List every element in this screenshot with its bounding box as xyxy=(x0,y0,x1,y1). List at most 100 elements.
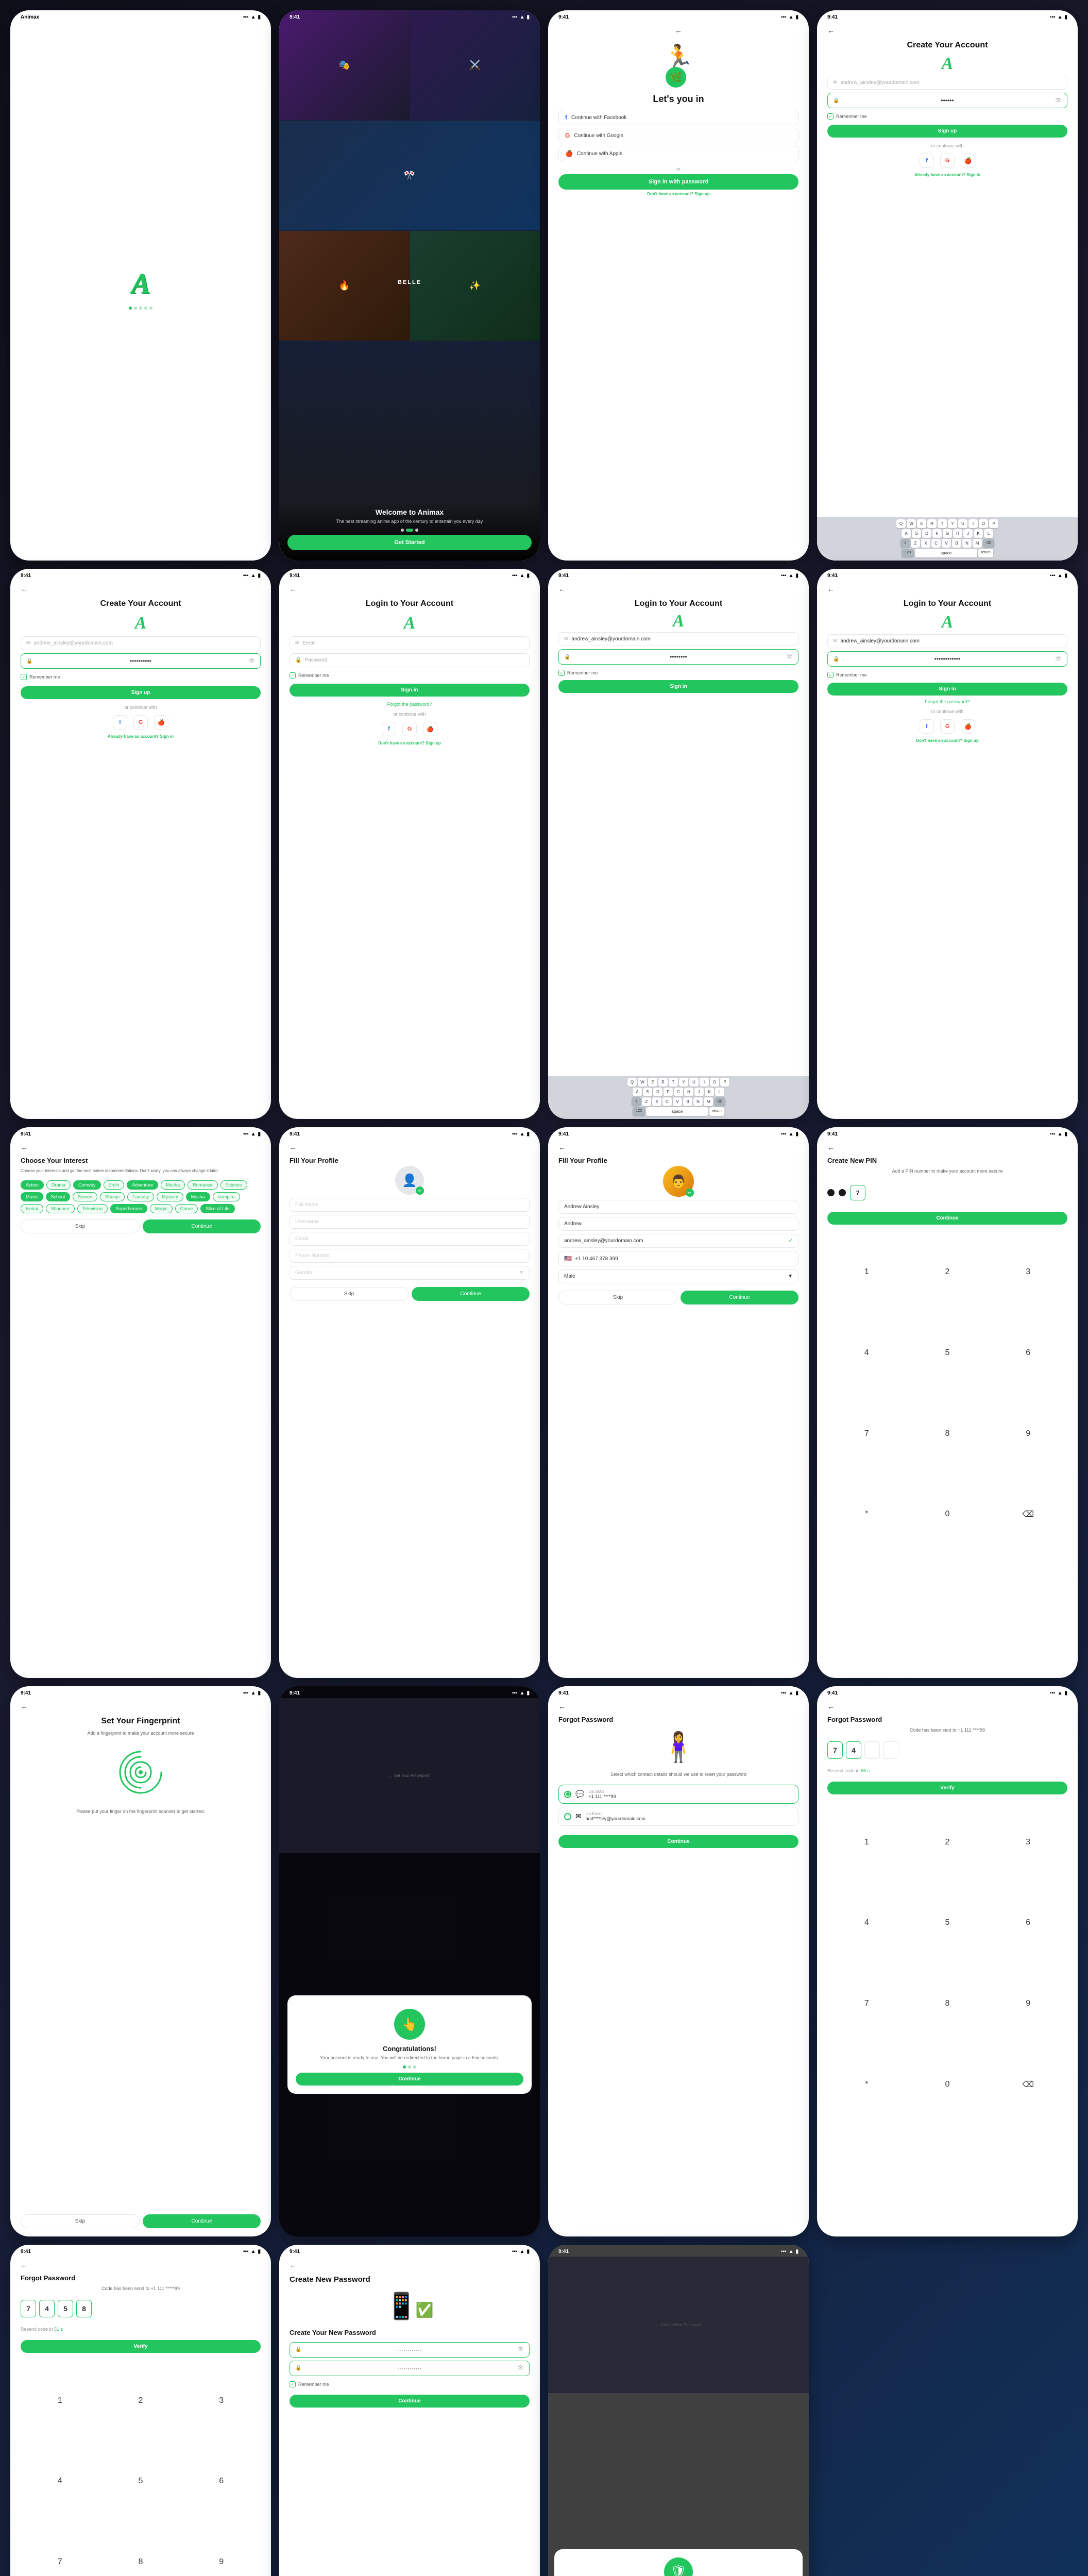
continue-button-pin[interactable]: Continue xyxy=(827,1212,1067,1225)
new-password-input-2[interactable]: 🔒 ············ 👁 xyxy=(290,2361,530,2376)
key-space[interactable]: space xyxy=(915,549,977,557)
key-t[interactable]: T xyxy=(938,519,947,528)
password-input-l1[interactable]: 🔒 Password xyxy=(290,653,530,667)
tag-slice[interactable]: Slice of Life xyxy=(200,1204,235,1213)
sign-up-link-lyi[interactable]: Sign up xyxy=(694,192,709,196)
continue-button-fp[interactable]: Continue xyxy=(143,2214,261,2228)
phone-input-fp1[interactable]: Phone Number xyxy=(290,1249,530,1263)
tag-action[interactable]: Action xyxy=(21,1180,44,1190)
key-p[interactable]: P xyxy=(989,519,998,528)
fb-btn-ca1[interactable]: f xyxy=(920,154,934,168)
back-button-fp2[interactable]: ← xyxy=(558,1143,798,1151)
key-u-l2[interactable]: U xyxy=(689,1078,699,1087)
key-delete[interactable]: ⌫ xyxy=(983,539,994,548)
gender-input-fp1[interactable]: Gender ▼ xyxy=(290,1266,530,1280)
np-2-fpc2[interactable]: 2 xyxy=(101,2361,180,2440)
eye-icon-l2[interactable]: 👁 xyxy=(786,654,793,660)
g-btn-l1[interactable]: G xyxy=(402,722,417,736)
key-x[interactable]: X xyxy=(921,539,930,548)
key-shift-l2[interactable]: ⇧ xyxy=(632,1097,641,1106)
key-e-l2[interactable]: E xyxy=(648,1078,657,1087)
email-input-ca1[interactable]: ✉ andrew_ainsley@yourdomain.com xyxy=(827,76,1067,90)
email-option[interactable]: ✉ via Email and****ley@yourdomain.com xyxy=(558,1807,798,1826)
np-3-fpc1[interactable]: 3 xyxy=(989,1803,1067,1882)
tag-erchi[interactable]: Erchi xyxy=(104,1180,125,1190)
back-button-int[interactable]: ← xyxy=(21,1143,261,1151)
key-v[interactable]: V xyxy=(942,539,951,548)
eye-icon-ca2[interactable]: 👁 xyxy=(248,658,255,664)
forgot-link-l1[interactable]: Forgot the password? xyxy=(290,702,530,707)
numpad-7[interactable]: 7 xyxy=(827,1394,906,1473)
np-4-fpc2[interactable]: 4 xyxy=(21,2442,99,2521)
email-input-l3[interactable]: ✉ andrew_ainsley@yourdomain.com xyxy=(827,634,1067,648)
g-btn-ca2[interactable]: G xyxy=(133,715,148,730)
tag-adventure[interactable]: Adventure xyxy=(127,1180,158,1190)
eye-icon-cnp1[interactable]: 👁 xyxy=(517,2347,524,2352)
back-button-fpc2[interactable]: ← xyxy=(21,2261,261,2269)
apple-btn-l1[interactable]: 🍎 xyxy=(423,722,437,736)
key-h[interactable]: H xyxy=(953,529,962,538)
tag-vampire[interactable]: Vampire xyxy=(213,1192,240,1201)
apple-btn-ca2[interactable]: 🍎 xyxy=(154,715,168,730)
np-9-fpc2[interactable]: 9 xyxy=(182,2523,261,2576)
phone-input-fp2[interactable]: 🇺🇸 +1 10 467 378 399 xyxy=(558,1251,798,1266)
key-b-l2[interactable]: B xyxy=(683,1097,692,1106)
key-o-l2[interactable]: O xyxy=(710,1078,719,1087)
back-button-pin[interactable]: ← xyxy=(827,1143,1067,1151)
code-box-2-fpc2[interactable]: 4 xyxy=(39,2300,55,2317)
key-return-l2[interactable]: return xyxy=(709,1107,724,1116)
code-box-2[interactable]: 4 xyxy=(846,1741,861,1759)
key-u[interactable]: U xyxy=(958,519,967,528)
back-button-cnp[interactable]: ← xyxy=(290,2261,297,2269)
apple-button[interactable]: 🍎 Continue with Apple xyxy=(558,146,798,161)
skip-button-fp1[interactable]: Skip xyxy=(290,1287,409,1301)
get-started-button[interactable]: Get Started xyxy=(287,535,532,550)
key-e[interactable]: E xyxy=(917,519,926,528)
username-input-fp1[interactable]: Username xyxy=(290,1215,530,1229)
continue-button-cnp[interactable]: Continue xyxy=(290,2395,530,2408)
code-box-4-fpc2[interactable]: 8 xyxy=(76,2300,92,2317)
fb-btn-l1[interactable]: f xyxy=(382,722,396,736)
key-123-l2[interactable]: 123 xyxy=(633,1107,645,1116)
numpad-4[interactable]: 4 xyxy=(827,1314,906,1393)
verify-button-fpc2[interactable]: Verify xyxy=(21,2340,261,2353)
np-del-fpc1[interactable]: ⌫ xyxy=(989,2045,1067,2124)
fullname-input-fp2[interactable]: Andrew Ainsley xyxy=(558,1200,798,1214)
key-i-l2[interactable]: I xyxy=(700,1078,709,1087)
remember-checkbox-ca2[interactable]: ✓ xyxy=(21,674,27,680)
tag-science[interactable]: Science xyxy=(220,1180,247,1190)
key-y[interactable]: Y xyxy=(948,519,957,528)
continue-button-fp1[interactable]: Continue xyxy=(412,1287,530,1301)
tag-music[interactable]: Music xyxy=(21,1192,43,1201)
back-button-ca1[interactable]: ← xyxy=(827,26,1067,35)
apple-btn-ca1[interactable]: 🍎 xyxy=(961,154,975,168)
pin-box-3[interactable]: 7 xyxy=(850,1185,865,1200)
back-button-ca2[interactable]: ← xyxy=(21,585,261,593)
tag-fantasy[interactable]: Fantasy xyxy=(127,1192,154,1201)
signup-link-l1[interactable]: Sign up xyxy=(426,741,440,745)
key-c-l2[interactable]: C xyxy=(662,1097,672,1106)
continue-button-fps[interactable]: Continue xyxy=(296,2073,523,2086)
key-return[interactable]: return xyxy=(978,549,993,557)
g-btn-l3[interactable]: G xyxy=(940,719,955,734)
key-f-l2[interactable]: F xyxy=(664,1088,673,1096)
key-o[interactable]: O xyxy=(979,519,988,528)
email-input-fp1[interactable]: Email xyxy=(290,1232,530,1246)
key-f[interactable]: F xyxy=(932,529,942,538)
key-y-l2[interactable]: Y xyxy=(679,1078,688,1087)
sign-in-link-ca2[interactable]: Sign in xyxy=(160,734,174,739)
tag-school[interactable]: School xyxy=(46,1192,71,1201)
back-button-l3[interactable]: ← xyxy=(827,585,1067,593)
key-z-l2[interactable]: Z xyxy=(642,1097,651,1106)
google-button[interactable]: G Continue with Google xyxy=(558,128,798,143)
avatar-fp1[interactable]: 👤 ✏ xyxy=(395,1166,424,1195)
code-box-3-fpc2[interactable]: 5 xyxy=(58,2300,73,2317)
np-star-fpc1[interactable]: * xyxy=(827,2045,906,2124)
np-8-fpc1[interactable]: 8 xyxy=(908,1964,987,2043)
key-s[interactable]: S xyxy=(912,529,921,538)
email-input-l1[interactable]: ✉ Email xyxy=(290,636,530,650)
np-8-fpc2[interactable]: 8 xyxy=(101,2523,180,2576)
key-i[interactable]: I xyxy=(968,519,978,528)
np-5-fpc1[interactable]: 5 xyxy=(908,1884,987,1962)
code-box-4[interactable] xyxy=(883,1741,898,1759)
